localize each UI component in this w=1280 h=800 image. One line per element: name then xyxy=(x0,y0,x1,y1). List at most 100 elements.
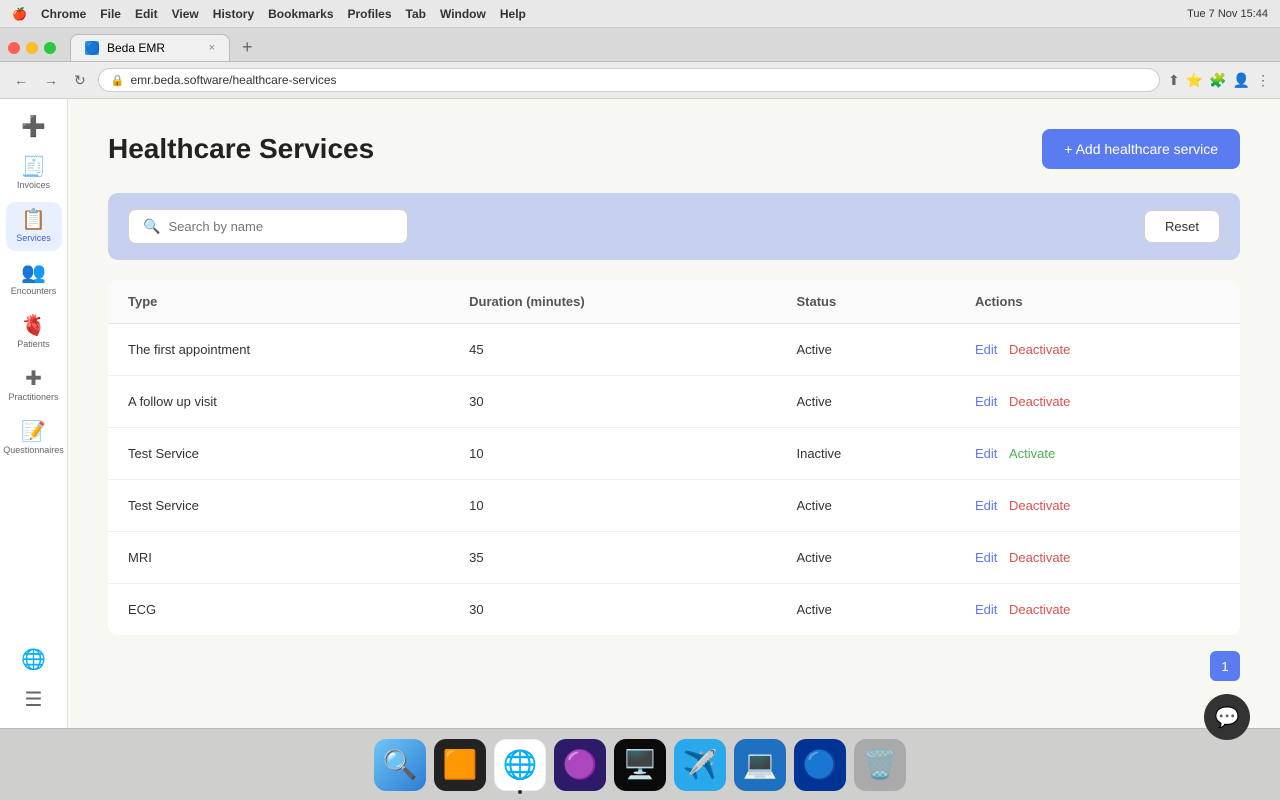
cell-duration-1: 30 xyxy=(449,376,776,428)
cell-duration-3: 10 xyxy=(449,480,776,532)
dock-finder[interactable]: 🔍 xyxy=(374,739,426,791)
page-title: Healthcare Services xyxy=(108,133,374,165)
patients-icon: 🫀 xyxy=(21,316,46,336)
history-menu[interactable]: History xyxy=(213,7,254,21)
traffic-lights xyxy=(8,42,56,54)
bookmark-icon[interactable]: ⭐ xyxy=(1186,72,1203,89)
edit-menu[interactable]: Edit xyxy=(135,7,158,21)
edit-button-2[interactable]: Edit xyxy=(975,446,997,461)
sidebar-item-patients[interactable]: 🫀 Patients xyxy=(6,308,62,357)
deactivate-button-5[interactable]: Deactivate xyxy=(1009,602,1070,617)
cell-duration-5: 30 xyxy=(449,584,776,636)
minimize-window-button[interactable] xyxy=(26,42,38,54)
sidebar-label-invoices: Invoices xyxy=(17,180,50,190)
sidebar-item-menu[interactable]: ☰ xyxy=(6,682,62,718)
column-actions: Actions xyxy=(955,280,1240,324)
table-row: Test Service 10 Active Edit Deactivate xyxy=(108,480,1240,532)
new-tab-button[interactable]: + xyxy=(236,35,259,60)
sidebar-item-invoices[interactable]: 🧾 Invoices xyxy=(6,149,62,198)
sidebar-item-add[interactable]: ➕ xyxy=(6,109,62,145)
chrome-menu[interactable]: Chrome xyxy=(41,7,86,21)
cell-type-1: A follow up visit xyxy=(108,376,449,428)
file-menu[interactable]: File xyxy=(100,7,121,21)
edit-button-4[interactable]: Edit xyxy=(975,550,997,565)
search-box[interactable]: 🔍 xyxy=(128,209,408,244)
dock-quicktime[interactable]: 🔵 xyxy=(794,739,846,791)
table-row: Test Service 10 Inactive Edit Activate xyxy=(108,428,1240,480)
apple-menu[interactable]: 🍎 xyxy=(12,7,27,21)
app-layout: ➕ 🧾 Invoices 📋 Services 👥 Encounters 🫀 P… xyxy=(0,99,1280,728)
deactivate-button-3[interactable]: Deactivate xyxy=(1009,498,1070,513)
add-healthcare-service-button[interactable]: + Add healthcare service xyxy=(1042,129,1240,169)
os-status-bar: Tue 7 Nov 15:44 xyxy=(1187,8,1268,20)
terminal-icon: 🖥️ xyxy=(623,748,658,781)
edit-button-3[interactable]: Edit xyxy=(975,498,997,513)
tab-close-button[interactable]: × xyxy=(209,42,215,54)
url-bar[interactable]: 🔒 emr.beda.software/healthcare-services xyxy=(98,68,1160,92)
cell-duration-4: 35 xyxy=(449,532,776,584)
column-status: Status xyxy=(776,280,954,324)
sidebar-label-services: Services xyxy=(16,233,51,243)
dock-chrome[interactable]: 🌐 xyxy=(494,739,546,791)
cell-type-3: Test Service xyxy=(108,480,449,532)
page-header: Healthcare Services + Add healthcare ser… xyxy=(108,129,1240,169)
column-duration: Duration (minutes) xyxy=(449,280,776,324)
sidebar-item-encounters[interactable]: 👥 Encounters xyxy=(6,255,62,304)
deactivate-button-1[interactable]: Deactivate xyxy=(1009,394,1070,409)
encounters-icon: 👥 xyxy=(21,263,46,283)
browser-tab-beda[interactable]: 🔵 Beda EMR × xyxy=(70,34,230,61)
main-content: Healthcare Services + Add healthcare ser… xyxy=(68,99,1280,728)
mac-dock: 🔍 🟧 🌐 🟣 🖥️ ✈️ 💻 🔵 🗑️ xyxy=(0,728,1280,800)
dock-vscode[interactable]: 💻 xyxy=(734,739,786,791)
dock-trash[interactable]: 🗑️ xyxy=(854,739,906,791)
sidebar-item-practitioners[interactable]: ✚ Practitioners xyxy=(6,361,62,410)
view-menu[interactable]: View xyxy=(172,7,199,21)
window-menu[interactable]: Window xyxy=(440,7,486,21)
maximize-window-button[interactable] xyxy=(44,42,56,54)
deactivate-button-4[interactable]: Deactivate xyxy=(1009,550,1070,565)
reset-button[interactable]: Reset xyxy=(1144,210,1220,243)
tab-bar: 🔵 Beda EMR × + xyxy=(8,34,1272,61)
tab-menu[interactable]: Tab xyxy=(406,7,426,21)
globe-icon: 🌐 xyxy=(21,650,46,670)
cast-icon[interactable]: ⬆ xyxy=(1168,72,1180,89)
edit-button-1[interactable]: Edit xyxy=(975,394,997,409)
ssl-lock-icon: 🔒 xyxy=(111,74,125,87)
browser-toolbar: ← → ↻ 🔒 emr.beda.software/healthcare-ser… xyxy=(0,62,1280,99)
dock-telegram[interactable]: ✈️ xyxy=(674,739,726,791)
edit-button-0[interactable]: Edit xyxy=(975,342,997,357)
deactivate-button-0[interactable]: Deactivate xyxy=(1009,342,1070,357)
cell-status-0: Active xyxy=(776,324,954,376)
reload-button[interactable]: ↻ xyxy=(70,70,90,91)
cell-duration-0: 45 xyxy=(449,324,776,376)
close-window-button[interactable] xyxy=(8,42,20,54)
edit-button-5[interactable]: Edit xyxy=(975,602,997,617)
sidebar-item-globe[interactable]: 🌐 xyxy=(6,642,62,678)
dock-launchpad[interactable]: 🟧 xyxy=(434,739,486,791)
sidebar-label-patients: Patients xyxy=(17,339,50,349)
obsidian-icon: 🟣 xyxy=(563,748,598,781)
cell-status-4: Active xyxy=(776,532,954,584)
finder-icon: 🔍 xyxy=(383,748,418,781)
cell-actions-1: Edit Deactivate xyxy=(955,376,1240,428)
sidebar-item-services[interactable]: 📋 Services xyxy=(6,202,62,251)
page-1-button[interactable]: 1 xyxy=(1210,651,1240,681)
activate-button-2[interactable]: Activate xyxy=(1009,446,1055,461)
search-input[interactable] xyxy=(168,219,393,234)
cell-status-5: Active xyxy=(776,584,954,636)
os-top-bar: 🍎 Chrome File Edit View History Bookmark… xyxy=(0,0,1280,28)
browser-toolbar-icons: ⬆ ⭐ 🧩 👤 ⋮ xyxy=(1168,72,1270,89)
profiles-menu[interactable]: Profiles xyxy=(348,7,392,21)
sidebar-item-questionnaires[interactable]: 📝 Questionnaires xyxy=(6,414,62,463)
back-button[interactable]: ← xyxy=(10,70,32,90)
more-options-icon[interactable]: ⋮ xyxy=(1256,72,1270,89)
help-menu[interactable]: Help xyxy=(500,7,526,21)
extensions-icon[interactable]: 🧩 xyxy=(1209,72,1226,89)
profile-icon[interactable]: 👤 xyxy=(1233,72,1250,89)
dock-obsidian[interactable]: 🟣 xyxy=(554,739,606,791)
dock-terminal[interactable]: 🖥️ xyxy=(614,739,666,791)
bookmarks-menu[interactable]: Bookmarks xyxy=(268,7,333,21)
chat-bubble-button[interactable]: 💬 xyxy=(1204,694,1250,740)
forward-button[interactable]: → xyxy=(40,70,62,90)
tab-favicon-icon: 🔵 xyxy=(85,41,99,55)
